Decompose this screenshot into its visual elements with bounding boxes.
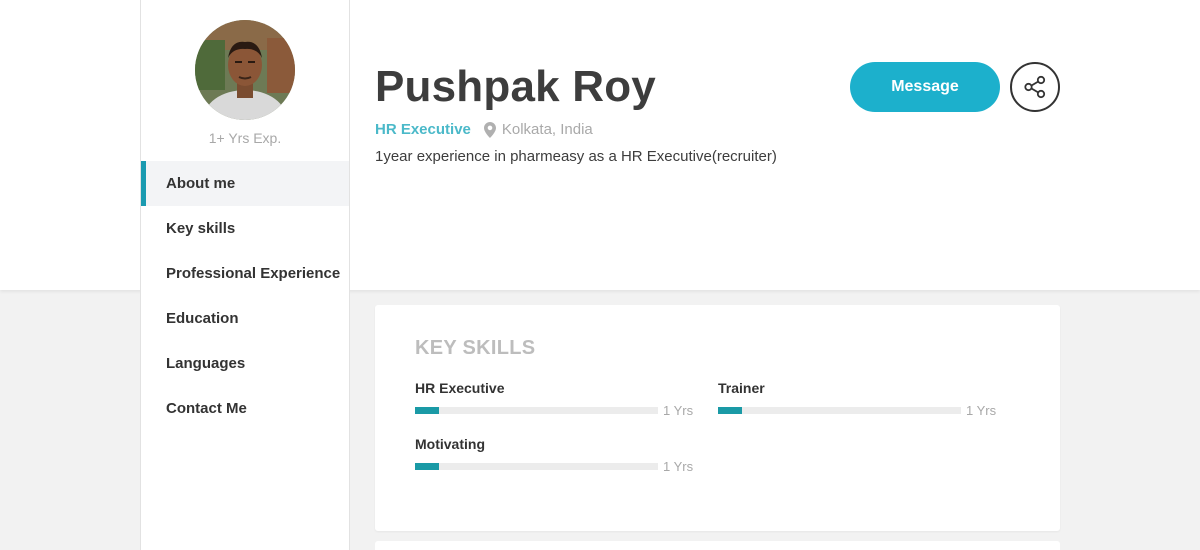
sidebar-item-key-skills[interactable]: Key skills <box>141 206 349 251</box>
skill-years: 1 Yrs <box>663 459 694 474</box>
skill-name: Motivating <box>415 436 485 452</box>
skill-item: Motivating 1 Yrs <box>415 436 695 474</box>
skill-bar-fill <box>718 407 743 414</box>
skill-item: Trainer 1 Yrs <box>718 380 998 418</box>
sidebar-item-about-me[interactable]: About me <box>141 161 349 206</box>
next-section-card <box>375 541 1060 550</box>
skill-bar-fill <box>415 463 440 470</box>
experience-label: 1+ Yrs Exp. <box>208 130 282 146</box>
message-button[interactable]: Message <box>850 62 1000 112</box>
sidebar-item-languages[interactable]: Languages <box>141 341 349 386</box>
skill-bar-fill <box>415 407 440 414</box>
skill-bar <box>718 407 961 414</box>
avatar <box>195 20 295 120</box>
skill-years: 1 Yrs <box>663 403 694 418</box>
profile-name: Pushpak Roy <box>375 62 656 111</box>
skill-bar <box>415 407 658 414</box>
skill-item: HR Executive 1 Yrs <box>415 380 695 418</box>
location-pin-icon <box>483 121 496 138</box>
skill-name: Trainer <box>718 380 765 396</box>
sidebar-item-professional-experience[interactable]: Professional Experience <box>141 251 349 296</box>
sidebar-nav: About me Key skills Professional Experie… <box>141 161 349 431</box>
share-icon <box>1024 75 1046 99</box>
key-skills-title: KEY SKILLS <box>415 337 536 359</box>
share-button[interactable] <box>1010 62 1060 112</box>
profile-role: HR Executive <box>375 121 471 138</box>
skill-name: HR Executive <box>415 380 505 396</box>
sidebar-item-contact-me[interactable]: Contact Me <box>141 386 349 431</box>
profile-bio: 1year experience in pharmeasy as a HR Ex… <box>375 148 777 165</box>
profile-meta: HR Executive Kolkata, India <box>375 121 593 138</box>
skill-years: 1 Yrs <box>966 403 997 418</box>
skill-bar <box>415 463 658 470</box>
profile-location: Kolkata, India <box>501 121 593 138</box>
key-skills-card: KEY SKILLS HR Executive 1 Yrs Trainer 1 … <box>375 305 1060 531</box>
sidebar-item-education[interactable]: Education <box>141 296 349 341</box>
sidebar: 1+ Yrs Exp. About me Key skills Professi… <box>140 0 350 550</box>
